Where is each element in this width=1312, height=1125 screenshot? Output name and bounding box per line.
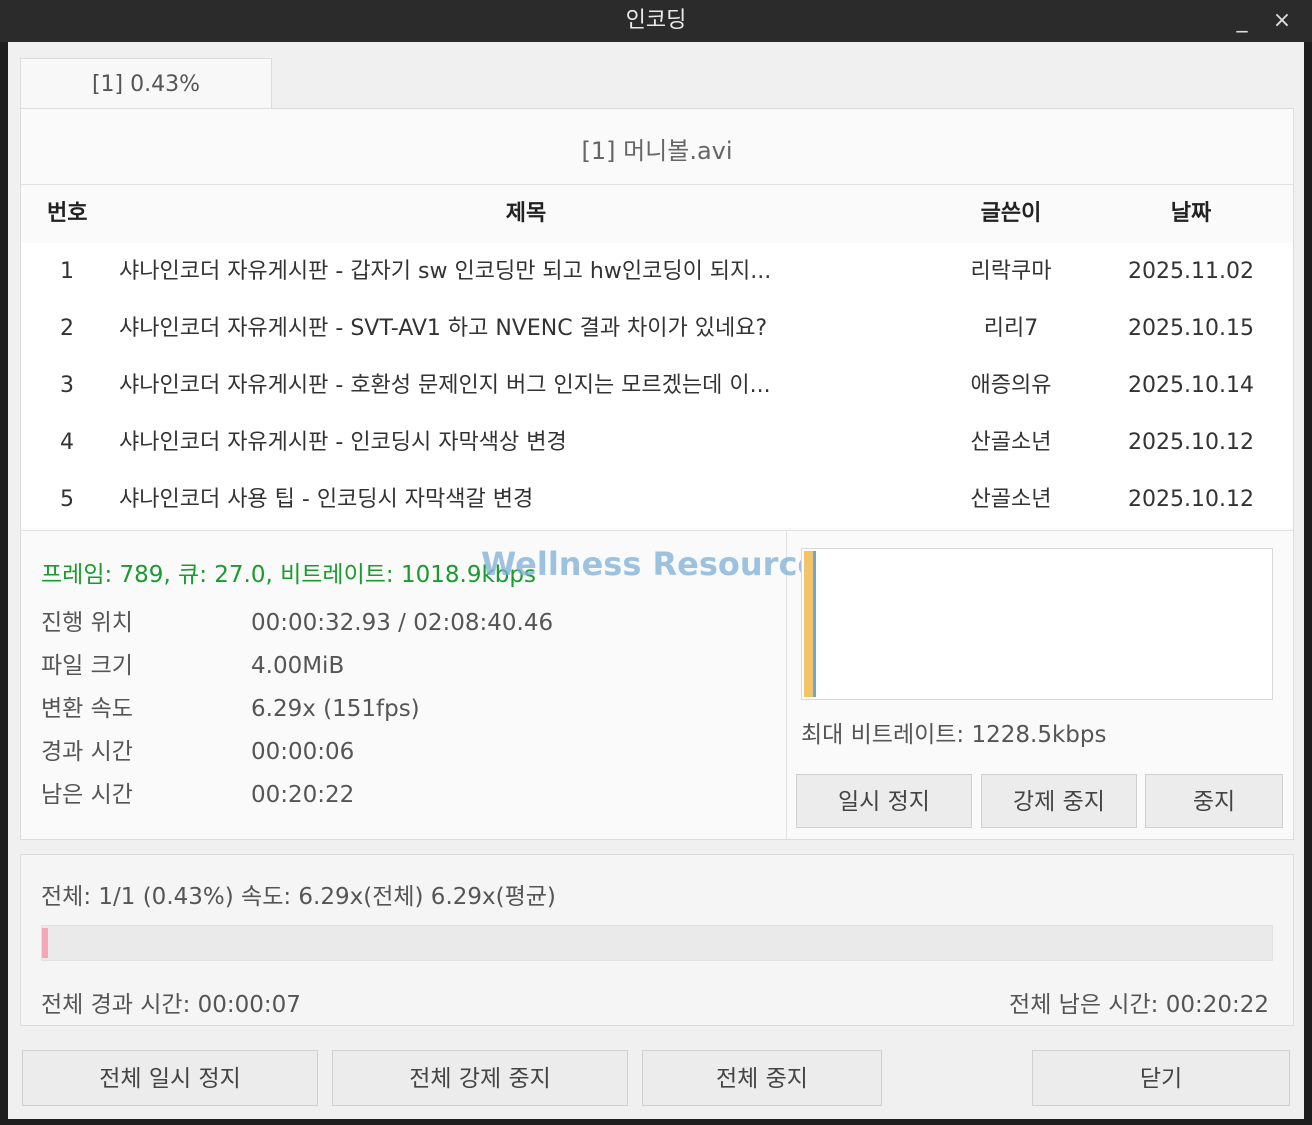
table-row[interactable]: 4 샤나인코더 자유게시판 - 인코딩시 자막색상 변경 산골소년 2025.1… <box>21 414 1293 471</box>
force-stop-button[interactable]: 강제 중지 <box>981 774 1137 828</box>
close-window-button[interactable]: × <box>1262 0 1302 42</box>
info-label: 변환 속도 <box>41 696 133 722</box>
row-no: 3 <box>60 373 74 398</box>
max-bitrate: 최대 비트레이트: 1228.5kbps <box>801 722 1107 748</box>
info-value: 00:20:22 <box>251 782 355 808</box>
row-no: 4 <box>60 430 74 455</box>
table-header: 번호 제목 글쓴이 날짜 <box>21 185 1293 243</box>
bitrate-graph-canvas <box>804 551 816 697</box>
row-date: 2025.10.15 <box>1128 316 1254 341</box>
tab-job-1[interactable]: [1] 0.43% <box>20 58 272 108</box>
row-author: 산골소년 <box>970 487 1052 512</box>
total-progress-fill <box>42 928 49 958</box>
bitrate-graph <box>801 548 1273 700</box>
row-title[interactable]: 샤나인코더 자유게시판 - SVT-AV1 하고 NVENC 결과 차이가 있네… <box>119 300 919 357</box>
total-remaining: 전체 남은 시간: 00:20:22 <box>1009 992 1269 1018</box>
header-author: 글쓴이 <box>980 201 1042 226</box>
row-date: 2025.11.02 <box>1128 259 1254 284</box>
pause-all-button[interactable]: 전체 일시 정지 <box>22 1050 318 1106</box>
close-button[interactable]: 닫기 <box>1032 1050 1290 1106</box>
info-label: 경과 시간 <box>41 739 133 765</box>
encoding-stats: 프레임: 789, 큐: 27.0, 비트레이트: 1018.9kbps Wel… <box>21 530 838 839</box>
stop-button[interactable]: 중지 <box>1145 774 1283 828</box>
row-title[interactable]: 샤나인코더 사용 팁 - 인코딩시 자막색갈 변경 <box>119 471 919 528</box>
bitrate-section: 최대 비트레이트: 1228.5kbps 일시 정지 강제 중지 중지 <box>787 530 1293 839</box>
info-value: 4.00MiB <box>251 653 345 679</box>
job-panel: [1] 머니볼.avi 번호 제목 글쓴이 날짜 1 샤나인코더 자유게시판 -… <box>20 108 1294 840</box>
bitrate-line <box>813 551 816 697</box>
window-title: 인코딩 <box>625 8 687 33</box>
row-title[interactable]: 샤나인코더 자유게시판 - 갑자기 sw 인코딩만 되고 hw인코딩이 되지..… <box>119 243 919 300</box>
info-label: 파일 크기 <box>41 653 133 679</box>
minimize-button[interactable]: _ <box>1222 0 1262 42</box>
row-author: 리락쿠마 <box>970 259 1052 284</box>
total-summary: 전체: 1/1 (0.43%) 속도: 6.29x(전체) 6.29x(평균) <box>41 884 556 910</box>
row-date: 2025.10.12 <box>1128 487 1254 512</box>
table-row[interactable]: 3 샤나인코더 자유게시판 - 호환성 문제인지 버그 인지는 모르겠는데 이.… <box>21 357 1293 414</box>
info-label: 남은 시간 <box>41 782 133 808</box>
stop-all-button[interactable]: 전체 중지 <box>642 1050 882 1106</box>
post-list: 1 샤나인코더 자유게시판 - 갑자기 sw 인코딩만 되고 hw인코딩이 되지… <box>21 243 1293 528</box>
row-author: 리리7 <box>983 316 1039 341</box>
table-row[interactable]: 5 샤나인코더 사용 팁 - 인코딩시 자막색갈 변경 산골소년 2025.10… <box>21 471 1293 528</box>
total-elapsed: 전체 경과 시간: 00:00:07 <box>41 992 301 1018</box>
row-title[interactable]: 샤나인코더 자유게시판 - 호환성 문제인지 버그 인지는 모르겠는데 이... <box>119 357 919 414</box>
info-label: 진행 위치 <box>41 610 133 636</box>
frame-stats: 프레임: 789, 큐: 27.0, 비트레이트: 1018.9kbps <box>41 562 536 588</box>
row-date: 2025.10.14 <box>1128 373 1254 398</box>
row-no: 2 <box>60 316 74 341</box>
pause-button[interactable]: 일시 정지 <box>796 774 972 828</box>
header-date: 날짜 <box>1170 201 1212 226</box>
header-title: 제목 <box>505 201 547 226</box>
row-title[interactable]: 샤나인코더 자유게시판 - 인코딩시 자막색상 변경 <box>119 414 919 471</box>
title-bar: 인코딩 _ × <box>0 0 1312 42</box>
encoding-dialog: [1] 0.43% [1] 머니볼.avi 번호 제목 글쓴이 날짜 1 샤나인… <box>8 42 1304 1119</box>
info-value: 00:00:32.93 / 02:08:40.46 <box>251 610 554 636</box>
header-no: 번호 <box>47 201 88 226</box>
watermark: Wellness Resources <box>481 545 839 583</box>
force-stop-all-button[interactable]: 전체 강제 중지 <box>332 1050 628 1106</box>
info-value: 6.29x (151fps) <box>251 696 420 722</box>
row-author: 애증의유 <box>970 373 1052 398</box>
row-no: 1 <box>60 259 74 284</box>
total-progress-panel: 전체: 1/1 (0.43%) 속도: 6.29x(전체) 6.29x(평균) … <box>20 854 1294 1026</box>
table-row[interactable]: 2 샤나인코더 자유게시판 - SVT-AV1 하고 NVENC 결과 차이가 … <box>21 300 1293 357</box>
row-date: 2025.10.12 <box>1128 430 1254 455</box>
info-value: 00:00:06 <box>251 739 355 765</box>
table-row[interactable]: 1 샤나인코더 자유게시판 - 갑자기 sw 인코딩만 되고 hw인코딩이 되지… <box>21 243 1293 300</box>
row-no: 5 <box>60 487 74 512</box>
file-name: [1] 머니볼.avi <box>21 109 1293 185</box>
total-progress-bar <box>41 925 1273 961</box>
row-author: 산골소년 <box>970 430 1052 455</box>
